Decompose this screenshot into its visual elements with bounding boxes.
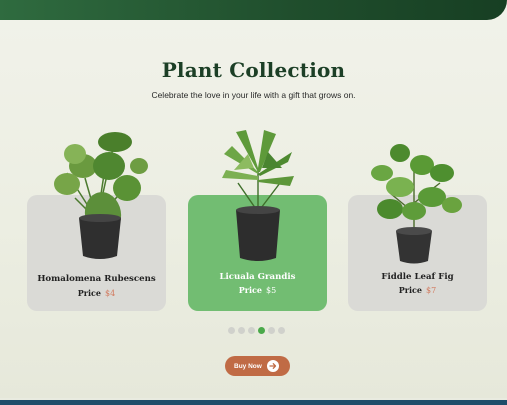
carousel-dots [228,327,285,334]
price-label: Price [77,288,102,298]
footer-band [0,398,507,405]
carousel-dot[interactable] [278,327,285,334]
fiddle-leaf-fig-plant-image [370,143,466,265]
page-subtitle: Celebrate the love in your life with a g… [151,90,356,100]
price-value: $5 [266,286,277,295]
carousel-dot[interactable] [248,327,255,334]
product-price: Price $7 [348,285,487,295]
price-label: Price [398,285,423,295]
header-band [0,0,507,20]
carousel-dot[interactable] [228,327,235,334]
product-name: Homalomena Rubescens [37,274,156,284]
buy-now-button[interactable]: Buy Now [225,356,290,376]
product-price: Price $4 [27,288,166,298]
page-title: Plant Collection [161,58,346,82]
carousel-dot-active[interactable] [258,327,265,334]
product-name: Fiddle Leaf Fig [381,272,454,282]
price-label: Price [238,285,263,295]
carousel-dot[interactable] [238,327,245,334]
buy-now-label: Buy Now [234,362,262,370]
arrow-right-icon [267,360,279,372]
homalomena-plant-image [45,128,150,264]
price-value: $7 [426,286,437,295]
price-value: $4 [105,289,116,298]
product-price: Price $5 [188,285,327,295]
licuala-plant-image [218,128,298,262]
product-name: Licuala Grandis [219,272,296,282]
carousel-dot[interactable] [268,327,275,334]
